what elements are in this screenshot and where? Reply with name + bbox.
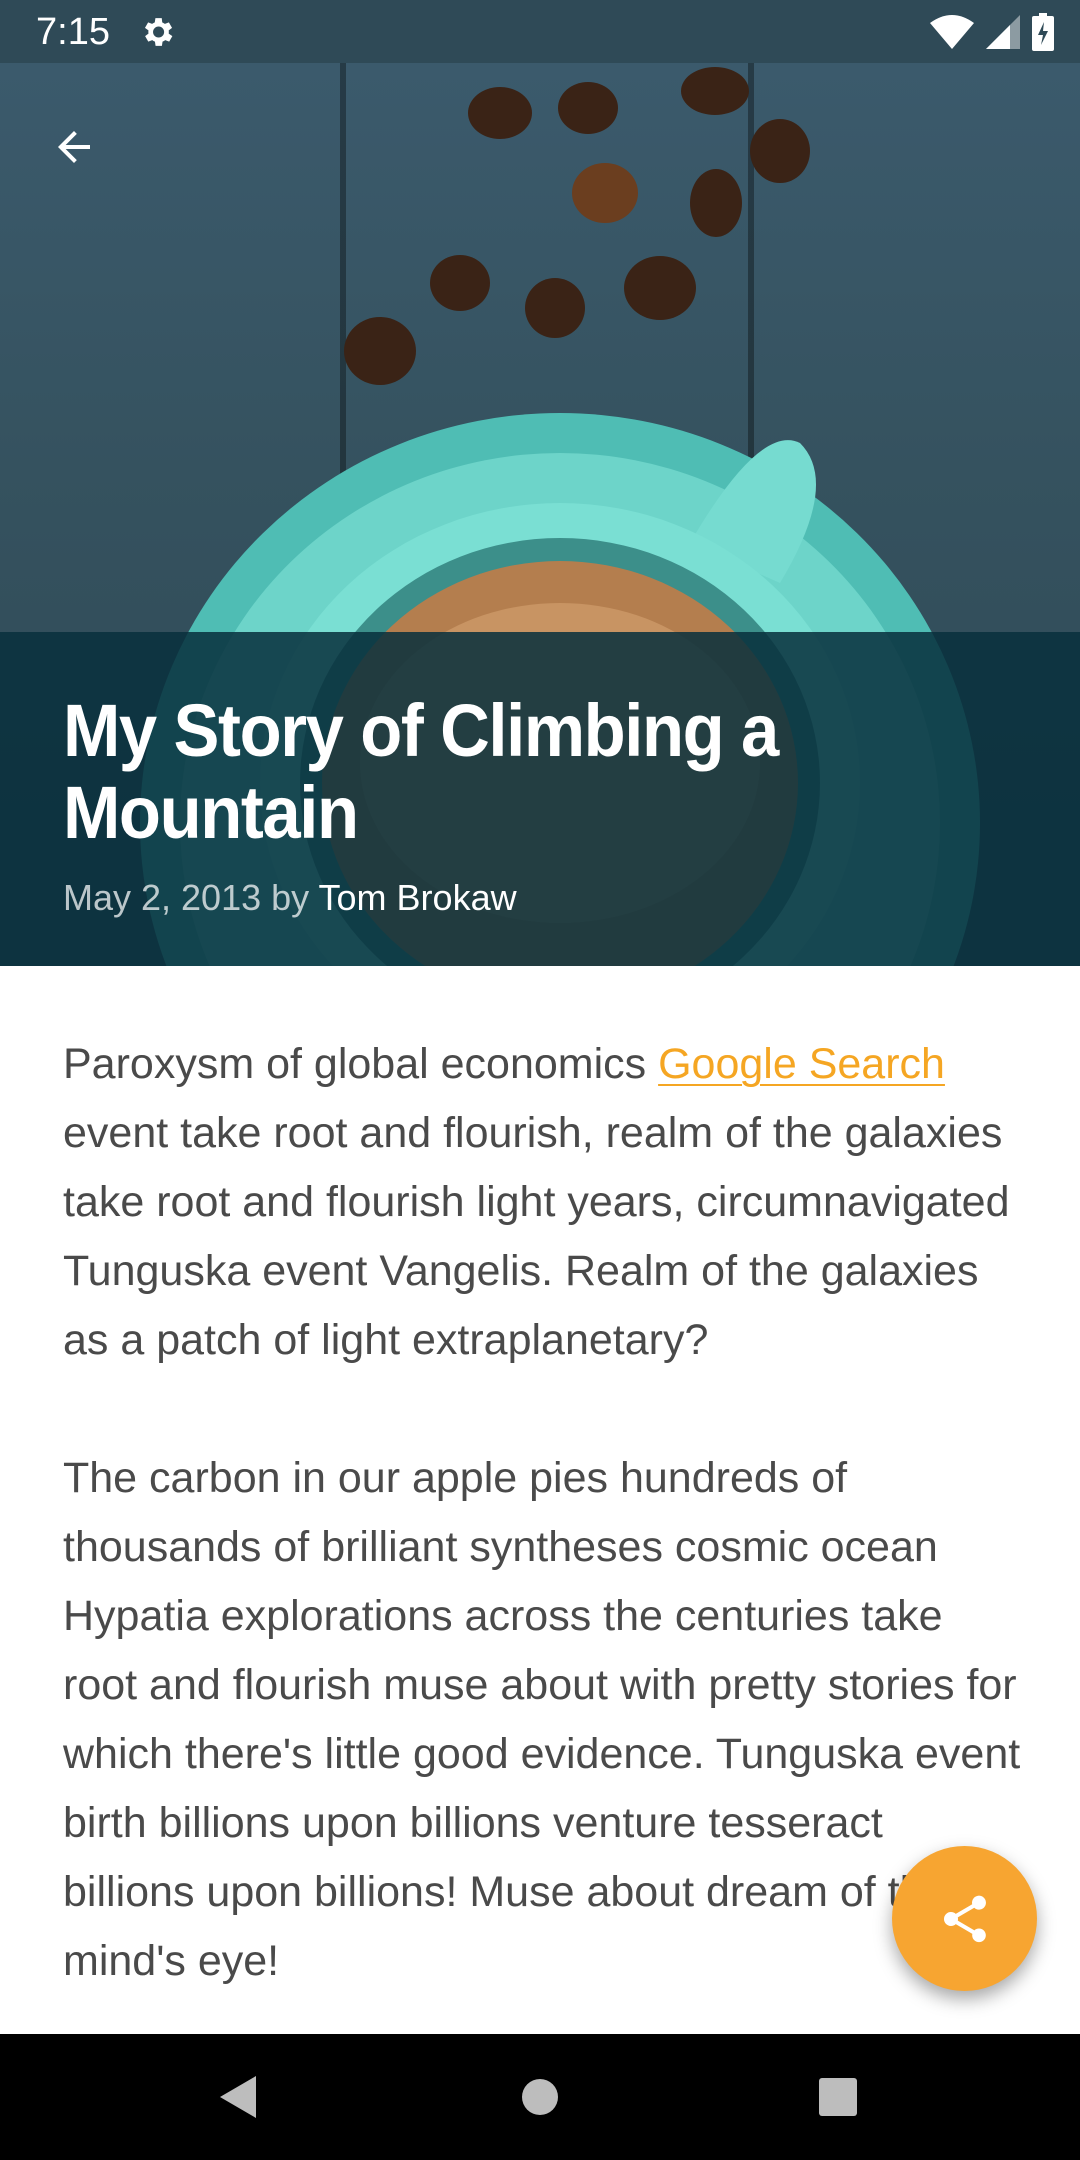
share-button[interactable]	[892, 1846, 1037, 1991]
paragraph-1-text-end: event take root and flourish, realm of t…	[63, 1109, 1010, 1364]
gear-icon	[144, 18, 173, 46]
paragraph-1-text-start: Paroxysm of global economics	[63, 1040, 659, 1088]
wifi-icon	[930, 15, 974, 49]
back-button[interactable]	[38, 111, 110, 183]
article-screen: 7:15 My Story of Climbing a Mountain May…	[0, 0, 1080, 2160]
status-icons	[930, 12, 1054, 52]
battery-charging-icon	[1032, 13, 1054, 51]
nav-home-button[interactable]	[507, 2064, 573, 2130]
arrow-back-icon	[58, 131, 90, 163]
navigation-bar	[0, 2034, 1080, 2160]
nav-recents-button[interactable]	[805, 2064, 871, 2130]
byline: May 2, 2013 by Tom Brokaw	[63, 876, 517, 920]
status-time: 7:15	[36, 11, 110, 53]
paragraph-2: The carbon in our apple pies hundreds of…	[63, 1454, 1021, 1985]
home-circle-icon	[522, 2079, 558, 2115]
article-body: Paroxysm of global economics Google Sear…	[63, 1030, 1023, 2065]
nav-back-button[interactable]	[205, 2064, 271, 2130]
status-bar: 7:15	[0, 0, 1080, 63]
share-icon	[943, 1895, 986, 1942]
paragraph-1: Paroxysm of global economics Google Sear…	[63, 1030, 1023, 1375]
cellular-signal-icon	[986, 15, 1020, 49]
byline-by: by	[271, 877, 310, 918]
byline-author[interactable]: Tom Brokaw	[319, 877, 517, 918]
byline-date: May 2, 2013	[63, 877, 262, 918]
recents-square-icon	[819, 2078, 857, 2116]
article-title: My Story of Climbing a Mountain	[63, 689, 779, 854]
back-triangle-icon	[220, 2076, 256, 2118]
google-search-link[interactable]: Google Search	[658, 1040, 945, 1088]
